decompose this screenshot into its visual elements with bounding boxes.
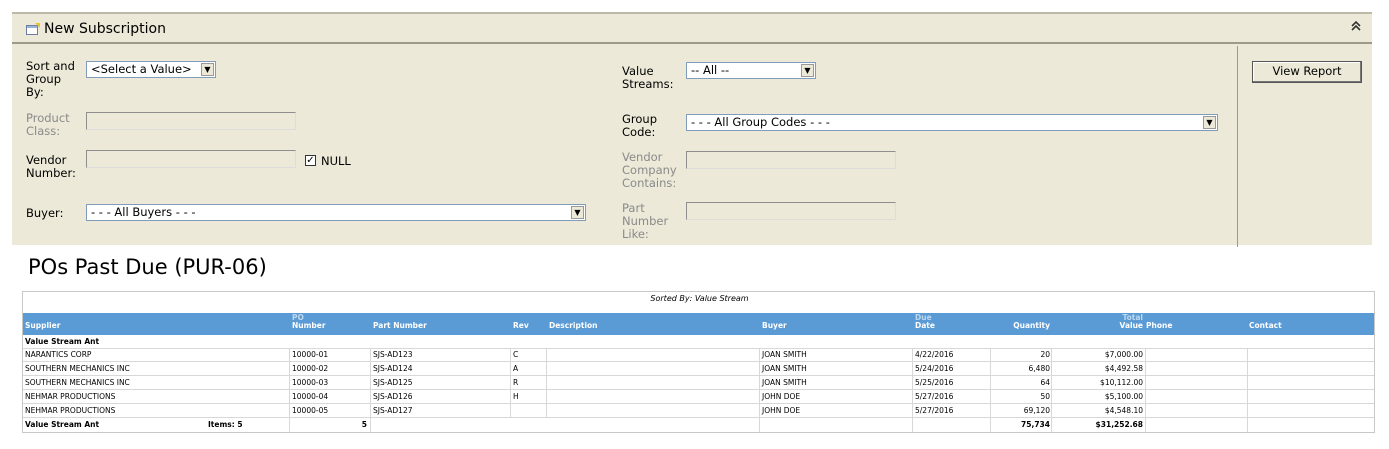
cell-total: $7,000.00 [1104, 350, 1143, 359]
cell-supplier: NARANTICS CORP [25, 350, 92, 359]
cell-po: 10000-01 [292, 350, 329, 359]
footer-po-count: 5 [361, 420, 367, 429]
value-streams-select[interactable]: -- All -- ▼ [686, 62, 816, 79]
vendor-company-label: Vendor Company Contains: [622, 150, 677, 190]
cell-buyer: JOHN DOE [762, 406, 801, 415]
cell-total: $10,112.00 [1100, 378, 1143, 387]
col-part-number: Part Number [373, 321, 427, 330]
chevron-down-icon[interactable]: ▼ [1203, 116, 1216, 129]
null-checkbox[interactable]: ✓ [305, 155, 316, 166]
group-code-select[interactable]: - - - All Group Codes - - - ▼ [686, 114, 1218, 131]
cell-due: 5/24/2016 [915, 364, 954, 373]
footer-items: Items: 5 [208, 420, 243, 429]
cell-qty: 64 [1040, 378, 1050, 387]
cell-buyer: JOHN DOE [762, 392, 801, 401]
table-row: SOUTHERN MECHANICS INC 10000-02 SJS-AD12… [23, 362, 1374, 376]
value-streams-label: Value Streams: [622, 64, 674, 91]
cell-due: 5/25/2016 [915, 378, 954, 387]
col-contact: Contact [1249, 321, 1282, 330]
table-row: NEHMAR PRODUCTIONS 10000-05 SJS-AD127 JO… [23, 404, 1374, 418]
cell-part: SJS-AD127 [373, 406, 413, 415]
sort-group-select[interactable]: <Select a Value> ▼ [86, 61, 216, 78]
table-row: NARANTICS CORP 10000-01 SJS-AD123 C JOAN… [23, 348, 1374, 362]
cell-part: SJS-AD125 [373, 378, 413, 387]
cell-total: $5,100.00 [1104, 392, 1143, 401]
cell-qty: 20 [1040, 350, 1050, 359]
cell-buyer: JOAN SMITH [762, 364, 807, 373]
cell-qty: 50 [1040, 392, 1050, 401]
vendor-company-input[interactable] [686, 151, 896, 169]
cell-po: 10000-02 [292, 364, 329, 373]
col-quantity: Quantity [1013, 321, 1050, 330]
sorted-by-caption: Sorted By: Value Stream [650, 294, 749, 303]
cell-buyer: JOAN SMITH [762, 350, 807, 359]
vendor-number-label: Vendor Number: [26, 153, 76, 180]
col-buyer: Buyer [762, 321, 787, 330]
cell-total: $4,548.10 [1104, 406, 1143, 415]
group-code-label: Group Code: [622, 112, 658, 139]
cell-po: 10000-05 [292, 406, 329, 415]
panel-title: New Subscription [44, 21, 166, 37]
report-title: POs Past Due (PUR-06) [28, 255, 267, 279]
col-supplier: Supplier [25, 321, 61, 330]
cell-po: 10000-04 [292, 392, 329, 401]
cell-supplier: SOUTHERN MECHANICS INC [25, 378, 130, 387]
cell-rev: R [513, 378, 519, 387]
col-description: Description [549, 321, 598, 330]
cell-supplier: NEHMAR PRODUCTIONS [25, 406, 116, 415]
cell-rev: C [513, 350, 519, 359]
product-class-label: Product Class: [26, 111, 70, 138]
cell-due: 5/27/2016 [915, 392, 954, 401]
footer-qty-total: 75,734 [1021, 420, 1050, 429]
new-subscription-icon [26, 23, 40, 35]
cell-supplier: SOUTHERN MECHANICS INC [25, 364, 130, 373]
view-report-button[interactable]: View Report [1252, 61, 1362, 83]
sort-group-label: Sort and Group By: [26, 59, 75, 99]
report-table: Sorted By: Value Stream Supplier PO Numb… [22, 291, 1375, 433]
cell-qty: 6,480 [1028, 364, 1050, 373]
cell-due: 5/27/2016 [915, 406, 954, 415]
col-po-number: Number [292, 321, 326, 330]
part-number-input[interactable] [686, 202, 896, 220]
footer-label: Value Stream Ant [25, 420, 100, 429]
cell-qty: 69,120 [1023, 406, 1050, 415]
cell-due: 4/22/2016 [915, 350, 954, 359]
panel-divider [1237, 46, 1238, 247]
cell-part: SJS-AD124 [373, 364, 413, 373]
group-header: Value Stream Ant [25, 337, 100, 346]
buyer-label: Buyer: [26, 206, 64, 220]
product-class-input[interactable] [86, 112, 296, 130]
table-body: NARANTICS CORP 10000-01 SJS-AD123 C JOAN… [23, 348, 1374, 432]
chevron-down-icon[interactable]: ▼ [801, 64, 814, 77]
chevron-down-icon[interactable]: ▼ [201, 63, 214, 76]
parameter-panel: New Subscription Sort and Group By: <Sel… [12, 12, 1372, 247]
cell-part: SJS-AD123 [373, 350, 413, 359]
cell-part: SJS-AD126 [373, 392, 413, 401]
buyer-select[interactable]: - - - All Buyers - - - ▼ [86, 204, 586, 221]
col-phone: Phone [1146, 321, 1173, 330]
part-number-label: Part Number Like: [622, 201, 669, 241]
cell-po: 10000-03 [292, 378, 329, 387]
table-row: NEHMAR PRODUCTIONS 10000-04 SJS-AD126 H … [23, 390, 1374, 404]
vendor-number-input[interactable] [86, 150, 296, 168]
panel-header: New Subscription [12, 14, 1372, 44]
col-due-date: Date [915, 321, 935, 330]
cell-buyer: JOAN SMITH [762, 378, 807, 387]
collapse-icon[interactable] [1350, 20, 1362, 36]
table-row: SOUTHERN MECHANICS INC 10000-03 SJS-AD12… [23, 376, 1374, 390]
col-rev: Rev [513, 321, 529, 330]
table-header: Supplier PO Number Part Number Rev Descr… [23, 313, 1374, 335]
cell-rev: H [513, 392, 519, 401]
cell-rev: A [513, 364, 519, 373]
cell-supplier: NEHMAR PRODUCTIONS [25, 392, 116, 401]
col-total-value: Value [1119, 321, 1143, 330]
null-label: NULL [321, 154, 351, 168]
cell-total: $4,492.58 [1104, 364, 1143, 373]
chevron-down-icon[interactable]: ▼ [571, 206, 584, 219]
table-footer: Value Stream Ant Items: 5 5 75,734 $31,2… [23, 418, 1374, 432]
footer-value-total: $31,252.68 [1095, 420, 1143, 429]
